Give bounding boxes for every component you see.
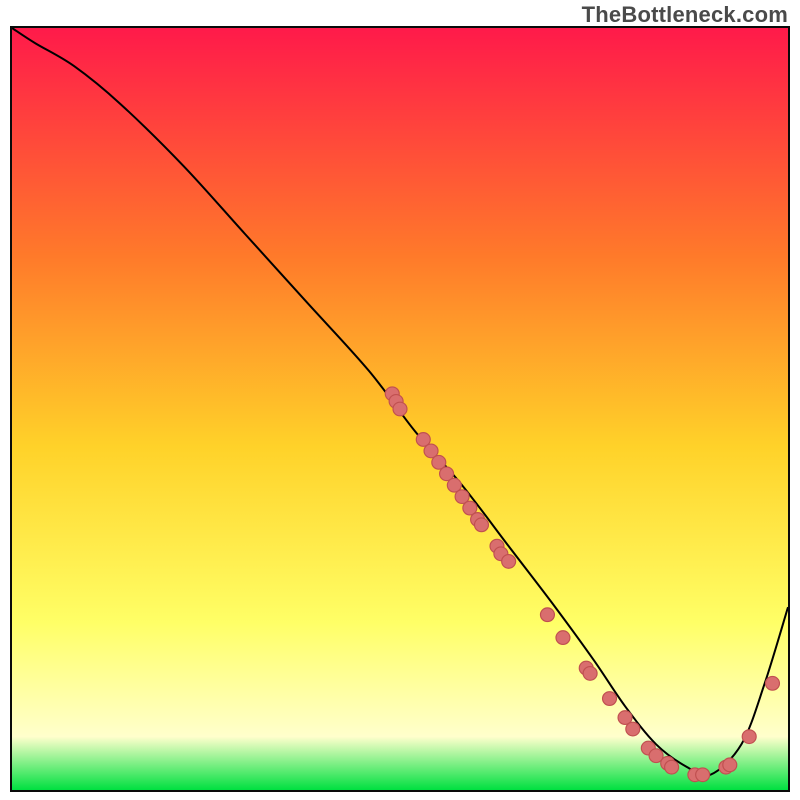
plot-border [10, 26, 790, 792]
data-point [723, 758, 737, 772]
data-point [626, 722, 640, 736]
data-point [393, 402, 407, 416]
data-point [540, 608, 554, 622]
data-point [556, 631, 570, 645]
data-point [742, 730, 756, 744]
data-point [696, 768, 710, 782]
data-point [603, 692, 617, 706]
chart-root: TheBottleneck.com [0, 0, 800, 800]
data-point [583, 667, 597, 681]
data-point [474, 518, 488, 532]
data-point [765, 676, 779, 690]
watermark-text: TheBottleneck.com [582, 2, 788, 28]
data-point [502, 555, 516, 569]
data-point [665, 760, 679, 774]
chart-svg [12, 28, 788, 790]
